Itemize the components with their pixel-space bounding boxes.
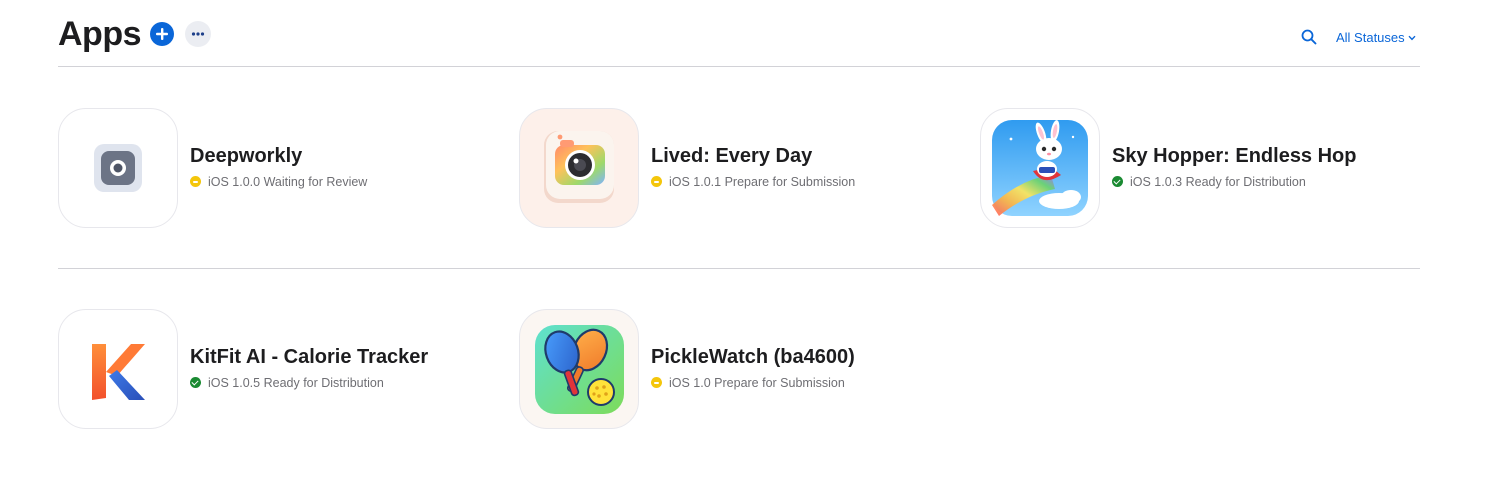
header-divider xyxy=(58,66,1420,67)
deepworkly-app-icon xyxy=(58,108,178,228)
status-filter-label: All Statuses xyxy=(1336,30,1405,45)
status-pending-icon xyxy=(190,176,201,187)
app-status: iOS 1.0.5 Ready for Distribution xyxy=(190,376,384,390)
app-card-picklewatch[interactable]: PickleWatch (ba4600) iOS 1.0 Prepare for… xyxy=(519,309,959,431)
app-name: KitFit AI - Calorie Tracker xyxy=(190,346,429,368)
search-icon xyxy=(1301,29,1317,45)
status-filter-dropdown[interactable]: All Statuses xyxy=(1336,29,1416,45)
app-card-kitfit[interactable]: KitFit AI - Calorie Tracker iOS 1.0.5 Re… xyxy=(58,309,498,431)
add-app-button[interactable] xyxy=(150,22,174,46)
status-pending-icon xyxy=(651,377,662,388)
chevron-down-icon xyxy=(1408,29,1416,44)
more-options-button[interactable] xyxy=(185,21,211,47)
plus-circle-icon xyxy=(156,28,168,40)
lived-camera-app-icon xyxy=(519,108,639,228)
app-name: PickleWatch (ba4600) xyxy=(651,346,855,368)
app-card-deepworkly[interactable]: Deepworkly iOS 1.0.0 Waiting for Review xyxy=(58,108,498,230)
status-ready-icon xyxy=(1112,176,1123,187)
app-card-lived[interactable]: Lived: Every Day iOS 1.0.1 Prepare for S… xyxy=(519,108,959,230)
app-name: Sky Hopper: Endless Hop xyxy=(1112,145,1357,167)
app-status: iOS 1.0.3 Ready for Distribution xyxy=(1112,175,1306,189)
sky-hopper-bunny-app-icon xyxy=(980,108,1100,228)
kitfit-app-icon xyxy=(58,309,178,429)
app-status: iOS 1.0.1 Prepare for Submission xyxy=(651,175,855,189)
row-divider xyxy=(58,268,1420,269)
app-status: iOS 1.0 Prepare for Submission xyxy=(651,376,845,390)
ellipsis-icon xyxy=(191,32,205,36)
picklewatch-paddle-app-icon xyxy=(519,309,639,429)
search-button[interactable] xyxy=(1300,28,1318,46)
app-card-sky-hopper[interactable]: Sky Hopper: Endless Hop iOS 1.0.3 Ready … xyxy=(980,108,1420,230)
app-status: iOS 1.0.0 Waiting for Review xyxy=(190,175,367,189)
page-title: Apps xyxy=(58,15,142,53)
page-header: Apps All Statuses xyxy=(58,14,1420,54)
app-name: Deepworkly xyxy=(190,145,303,167)
app-name: Lived: Every Day xyxy=(651,145,813,167)
status-pending-icon xyxy=(651,176,662,187)
status-ready-icon xyxy=(190,377,201,388)
